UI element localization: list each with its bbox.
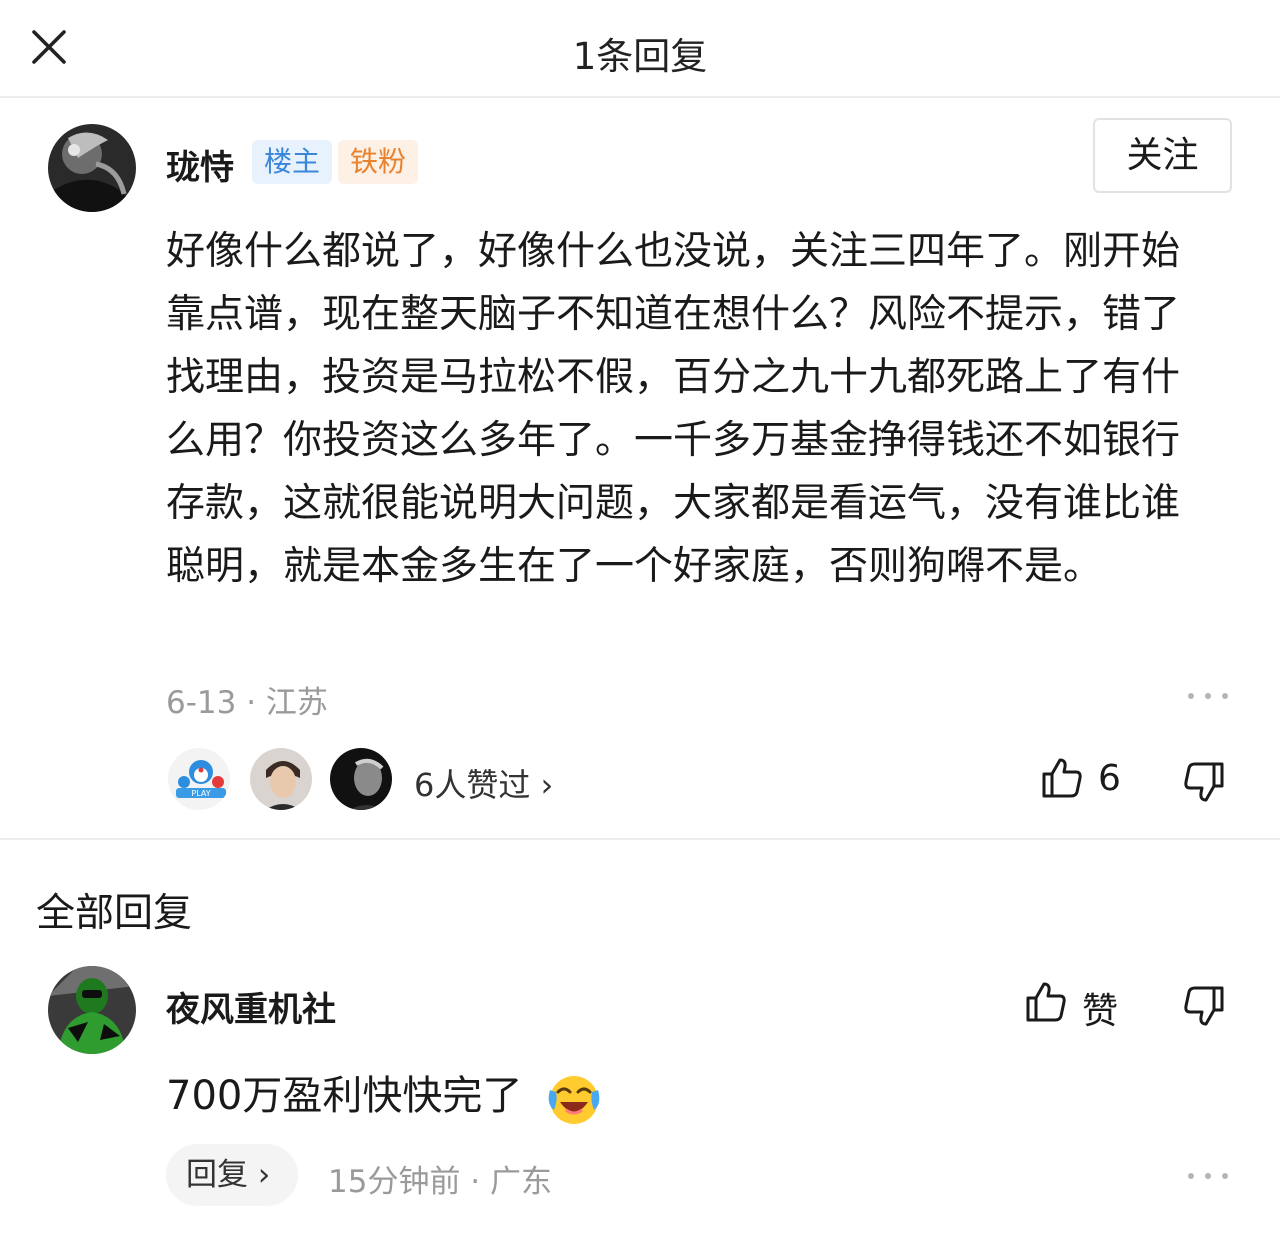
liker-avatar: PLAY (166, 746, 232, 812)
section-title: 全部回复 (36, 891, 193, 936)
reply-button[interactable]: 回复 › (166, 1144, 298, 1206)
page-title: 1条回复 (572, 35, 708, 78)
username[interactable]: 夜风重机社 (166, 982, 336, 1031)
main-comment: 珑恃 楼主 铁粉 关注 好像什么都说了，好像什么也没说，关注三四年了。刚开始靠点… (0, 100, 1280, 838)
username[interactable]: 珑恃 (166, 140, 234, 189)
fan-badge: 铁粉 (338, 140, 419, 184)
likers-count-link[interactable]: 6人赞过 › (414, 760, 553, 806)
section-divider (0, 838, 1280, 840)
like-count: 6 (1098, 758, 1121, 799)
reply-text: 700万盈利快快完了 (166, 1073, 523, 1119)
liker-avatar (328, 746, 394, 812)
owner-badge: 楼主 (252, 140, 333, 184)
comment-text: 好像什么都说了，好像什么也没说，关注三四年了。刚开始靠点谱，现在整天脑子不知道在… (166, 229, 1181, 589)
liker-avatar (248, 746, 314, 812)
comment-meta: 6-13 · 江苏 (166, 685, 328, 721)
thumbs-down-icon[interactable] (1182, 984, 1226, 1032)
avatar[interactable] (48, 966, 136, 1054)
like-label[interactable]: 赞 (1082, 982, 1118, 1034)
reply-meta: 15分钟前 · 广东 (328, 1164, 553, 1200)
laughing-crying-emoji-icon (544, 1068, 604, 1128)
more-icon[interactable] (1186, 1170, 1230, 1182)
top-bar: 1条回复 (0, 0, 1280, 98)
more-icon[interactable] (1186, 690, 1230, 702)
avatar[interactable] (48, 124, 136, 212)
thumbs-down-icon[interactable] (1182, 760, 1226, 808)
svg-text:PLAY: PLAY (191, 789, 210, 798)
follow-button[interactable]: 关注 (1093, 118, 1232, 193)
thumbs-up-icon[interactable] (1024, 980, 1068, 1028)
thumbs-up-icon[interactable] (1040, 756, 1084, 804)
